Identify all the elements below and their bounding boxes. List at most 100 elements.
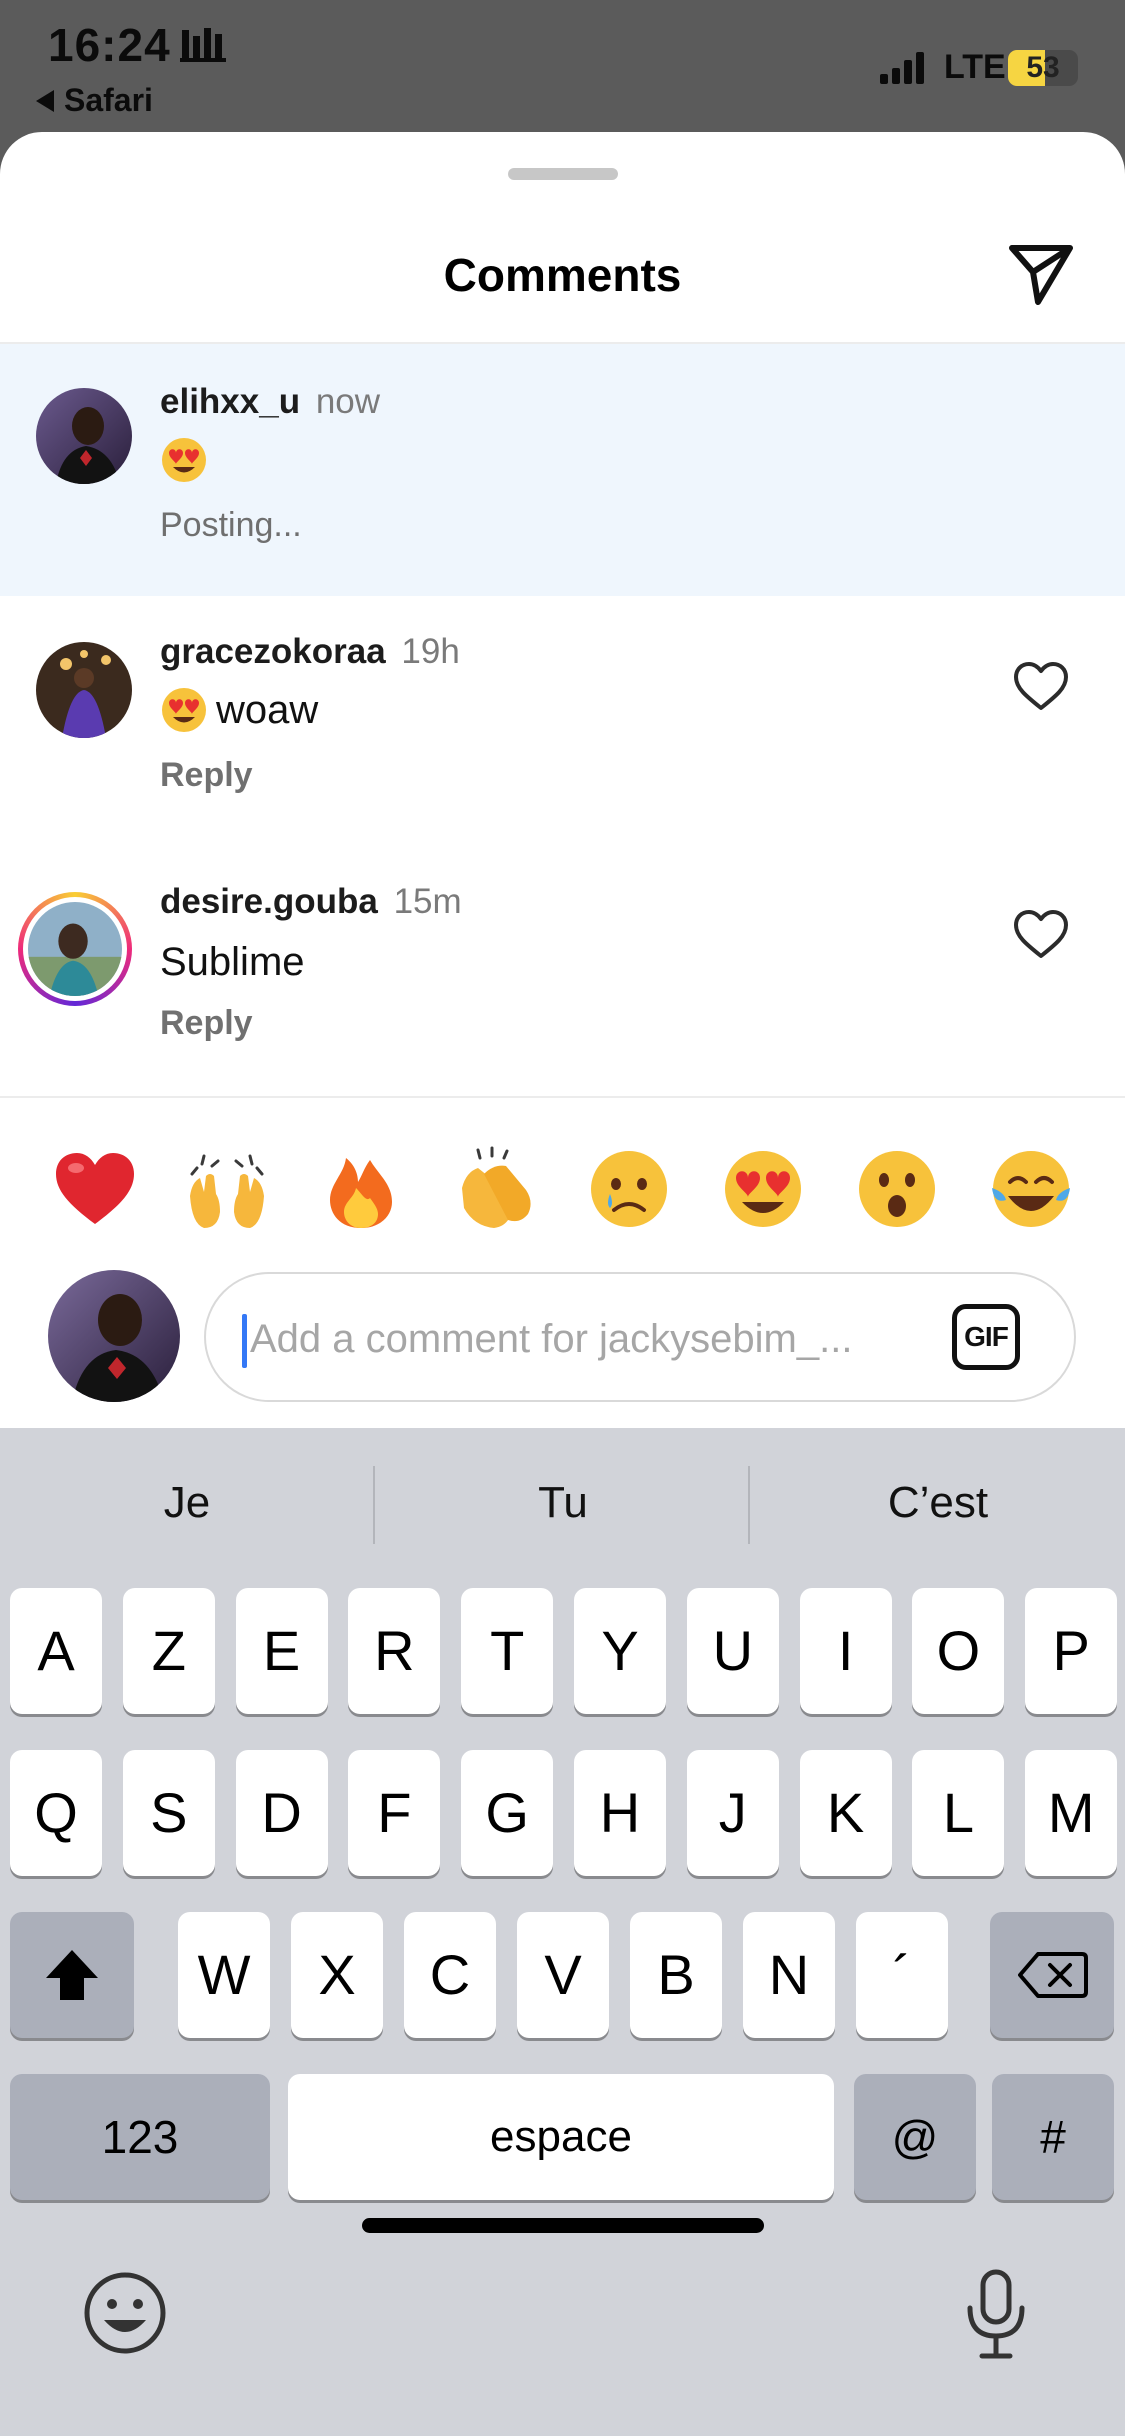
- key[interactable]: W: [178, 1912, 270, 2038]
- key[interactable]: Q: [10, 1750, 102, 1876]
- quick-reactions-bar: [0, 1144, 1125, 1240]
- key[interactable]: U: [686, 1588, 779, 1714]
- key[interactable]: E: [235, 1588, 328, 1714]
- avatar-image: [36, 642, 132, 738]
- key[interactable]: G: [461, 1750, 554, 1876]
- comment-text: [160, 436, 208, 484]
- comment-time: now: [315, 382, 381, 421]
- red-heart-emoji-icon[interactable]: [50, 1144, 140, 1234]
- keyboard: Je Tu C’est AZERTYUIOP QSDFGHJKLM WXCVBN…: [0, 1428, 1125, 2436]
- composer-avatar: [48, 1270, 180, 1402]
- reactions-divider: [0, 1096, 1125, 1098]
- comment-body: woaw: [216, 687, 319, 732]
- comment-input[interactable]: [250, 1304, 950, 1374]
- emoji-keyboard-icon[interactable]: [82, 2270, 168, 2356]
- key[interactable]: V: [517, 1912, 609, 2038]
- suggestion-bar: Je Tu C’est: [0, 1428, 1125, 1578]
- reply-button[interactable]: Reply: [160, 756, 253, 795]
- comment-username[interactable]: gracezokoraa: [160, 632, 386, 671]
- delete-key[interactable]: [990, 1912, 1114, 2038]
- crying-face-emoji-icon[interactable]: [584, 1144, 674, 1234]
- surprised-face-emoji-icon[interactable]: [852, 1144, 942, 1234]
- heart-eyes-emoji-icon: [162, 688, 206, 732]
- key[interactable]: H: [574, 1750, 666, 1876]
- comment-item: desire.gouba 15m Sublime Reply: [0, 848, 1125, 1096]
- story-ring[interactable]: [18, 892, 132, 1006]
- key[interactable]: F: [348, 1750, 441, 1876]
- key[interactable]: X: [291, 1912, 383, 2038]
- key[interactable]: ´: [856, 1912, 948, 2038]
- key[interactable]: L: [912, 1750, 1005, 1876]
- sheet-title: Comments: [443, 249, 682, 301]
- key[interactable]: I: [799, 1588, 892, 1714]
- key[interactable]: S: [122, 1750, 215, 1876]
- text-caret: [242, 1314, 247, 1368]
- shift-arrow-icon: [46, 1950, 98, 2000]
- comment-input-field[interactable]: GIF: [204, 1272, 1076, 1402]
- key[interactable]: B: [630, 1912, 722, 2038]
- shift-key[interactable]: [10, 1912, 134, 2038]
- avatar-image: [28, 902, 122, 996]
- key[interactable]: O: [912, 1588, 1005, 1714]
- comment-time: 19h: [401, 632, 460, 671]
- key[interactable]: P: [1025, 1588, 1118, 1714]
- key[interactable]: R: [348, 1588, 441, 1714]
- key[interactable]: T: [461, 1588, 554, 1714]
- at-key[interactable]: @: [854, 2074, 976, 2200]
- back-triangle-icon: [36, 89, 54, 112]
- key[interactable]: D: [235, 1750, 328, 1876]
- share-icon[interactable]: [1004, 236, 1076, 308]
- comment-posting: elihxx_u now Posting...: [0, 344, 1125, 596]
- comment-username[interactable]: elihxx_u: [160, 382, 300, 421]
- heart-eyes-emoji-icon[interactable]: [718, 1144, 808, 1234]
- battery-icon: 53: [1008, 50, 1078, 86]
- heart-eyes-emoji-icon: [162, 438, 206, 482]
- numbers-key[interactable]: 123: [10, 2074, 270, 2200]
- key[interactable]: Z: [122, 1588, 215, 1714]
- avatar-image: [48, 1270, 180, 1402]
- heart-outline-icon[interactable]: [1012, 908, 1070, 960]
- tears-of-joy-emoji-icon[interactable]: [986, 1144, 1076, 1234]
- reply-button[interactable]: Reply: [160, 1004, 253, 1043]
- avatar[interactable]: [36, 642, 132, 738]
- avatar[interactable]: [36, 388, 132, 484]
- suggestion-1[interactable]: Je: [0, 1478, 374, 1528]
- hash-key[interactable]: #: [992, 2074, 1114, 2200]
- comment-time: 15m: [393, 882, 462, 921]
- activity-icon: [180, 28, 226, 62]
- home-indicator[interactable]: [362, 2218, 764, 2233]
- key[interactable]: K: [799, 1750, 892, 1876]
- key[interactable]: J: [686, 1750, 779, 1876]
- gif-button[interactable]: GIF: [952, 1304, 1020, 1370]
- raising-hands-emoji-icon[interactable]: [182, 1144, 272, 1234]
- microphone-icon[interactable]: [964, 2268, 1028, 2360]
- network-type: LTE: [944, 48, 1006, 86]
- fire-emoji-icon[interactable]: [316, 1144, 406, 1234]
- back-app-label: Safari: [64, 82, 153, 118]
- comment-text: Sublime: [160, 940, 305, 985]
- comment-item: gracezokoraa 19h woaw Reply: [0, 598, 1125, 848]
- status-bar: 16:24 Safari LTE 53: [0, 0, 1125, 135]
- backspace-icon: [1018, 1952, 1088, 1998]
- back-to-app-link[interactable]: Safari: [36, 82, 153, 119]
- key[interactable]: M: [1025, 1750, 1118, 1876]
- space-key[interactable]: espace: [288, 2074, 834, 2200]
- suggestion-divider: [373, 1466, 375, 1544]
- posting-status: Posting...: [160, 506, 302, 544]
- clapping-hands-emoji-icon[interactable]: [450, 1144, 540, 1234]
- key[interactable]: Y: [574, 1588, 666, 1714]
- comment-username[interactable]: desire.gouba: [160, 882, 378, 921]
- comment-header: elihxx_u now: [160, 382, 380, 422]
- suggestion-divider: [748, 1466, 750, 1544]
- suggestion-3[interactable]: C’est: [751, 1478, 1125, 1528]
- suggestion-2[interactable]: Tu: [376, 1478, 750, 1528]
- key[interactable]: N: [743, 1912, 835, 2038]
- sheet-grabber[interactable]: [508, 168, 618, 180]
- key[interactable]: C: [404, 1912, 496, 2038]
- key[interactable]: A: [10, 1588, 102, 1714]
- heart-outline-icon[interactable]: [1012, 660, 1070, 712]
- comment-text: woaw: [160, 686, 318, 734]
- comment-body: Sublime: [160, 940, 305, 984]
- comments-sheet: Comments elihxx_u now Posting... gracezo…: [0, 132, 1125, 1432]
- avatar-image: [36, 388, 132, 484]
